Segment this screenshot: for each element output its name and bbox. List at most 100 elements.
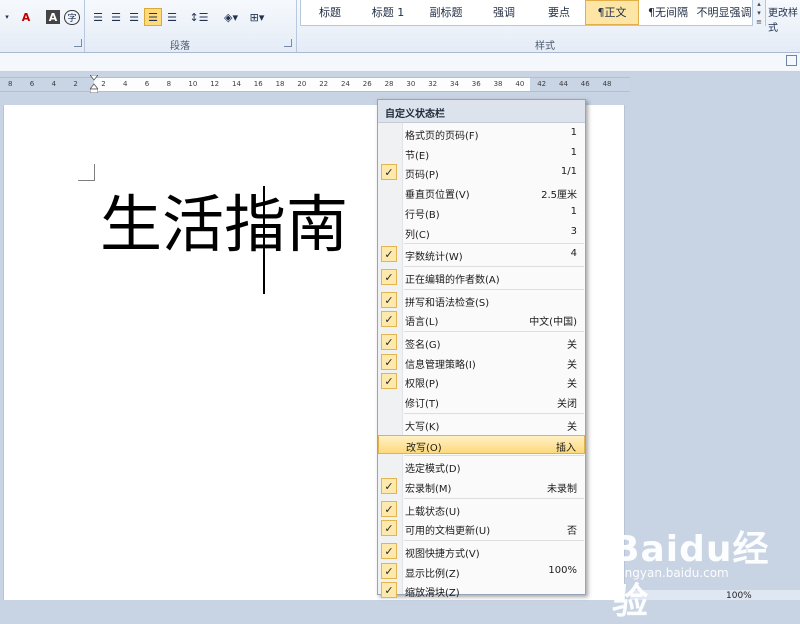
borders-icon: ⊞▾	[249, 10, 265, 24]
customize-status-bar-menu: 自定义状态栏 格式页的页码(F) 1 节(E) 1 ✓ 页码(P) 1/1 垂直页位置(V) 2…	[377, 99, 586, 599]
menu-item[interactable]: ✓ 字数统计(W) 4	[378, 245, 585, 264]
character-shading-button[interactable]: A	[46, 10, 60, 24]
menu-item[interactable]: ✓ 签名(G) 关	[378, 333, 585, 352]
menu-item-value: 插入	[556, 442, 576, 454]
menu-item-value: 否	[567, 526, 577, 538]
ruler-tick-label: 36	[471, 80, 481, 88]
ruler-tick-label: 22	[319, 80, 329, 88]
text-effects-button[interactable]: ▾	[0, 8, 14, 26]
checkmark-icon: ✓	[381, 246, 397, 263]
menu-item-label: 视图快捷方式(V)	[405, 549, 480, 560]
menu-item[interactable]: 列(C) 3	[378, 223, 585, 242]
menu-item[interactable]: ✓ 语言(L) 中文(中国)	[378, 310, 585, 329]
paragraph-dialog-launcher[interactable]	[284, 39, 292, 47]
menu-item[interactable]: 格式页的页码(F) 1	[378, 124, 585, 143]
style-item[interactable]: 标题 1	[359, 0, 417, 25]
menu-item-value: 3	[570, 225, 577, 237]
menu-item-value: 关	[567, 359, 577, 371]
style-item[interactable]: ¶无间隔	[641, 0, 695, 25]
menu-item-label: 拼写和语法检查(S)	[405, 297, 490, 309]
checkmark-icon: ✓	[381, 311, 397, 328]
indent-marker-icon[interactable]	[90, 75, 98, 93]
menu-item[interactable]: ✓ 信息管理策略(I) 关	[378, 353, 585, 372]
ruler-tick-label: 40	[515, 80, 525, 88]
styles-gallery-scroll[interactable]: ▴ ▾ ≡	[752, 0, 765, 26]
menu-item-value: 4	[570, 248, 577, 260]
menu-item-value: 2.5厘米	[541, 190, 577, 202]
change-styles-button[interactable]: 更改样式	[768, 4, 800, 34]
ruler-left-margin	[0, 78, 94, 91]
menu-item[interactable]: ✓ 显示比例(Z) 100%	[378, 562, 585, 581]
justify-button[interactable]: ☰	[144, 8, 162, 26]
style-item-selected[interactable]: ¶正文	[585, 0, 639, 25]
menu-item[interactable]: ✓ 权限(P) 关	[378, 372, 585, 391]
borders-button[interactable]: ⊞▾	[246, 8, 268, 26]
menu-item-value: 1	[570, 146, 577, 158]
ruler-tick-label: 32	[428, 80, 438, 88]
style-item[interactable]: 要点	[533, 0, 585, 25]
align-left-button[interactable]: ☰	[90, 8, 106, 26]
enclose-characters-button[interactable]: 字	[64, 8, 80, 26]
align-center-button[interactable]: ☰	[108, 8, 124, 26]
menu-item-label: 修订(T)	[405, 399, 439, 411]
align-right-button[interactable]: ☰	[126, 8, 142, 26]
style-item[interactable]: 标题	[301, 0, 359, 25]
style-item[interactable]: 不明显强调	[695, 0, 753, 25]
style-item[interactable]: 副标题	[417, 0, 475, 25]
font-dialog-launcher[interactable]	[74, 39, 82, 47]
menu-item[interactable]: 改写(O) 插入	[378, 434, 585, 454]
menu-item-label: 改写(O)	[406, 442, 442, 454]
ruler-tick-label: 8	[166, 80, 172, 88]
menu-item-label: 信息管理策略(I)	[405, 359, 476, 371]
menu-separator	[404, 243, 584, 245]
menu-item[interactable]: ✓ 上载状态(U)	[378, 500, 585, 519]
menu-item[interactable]: ✓ 宏录制(M) 未录制	[378, 477, 585, 496]
ruler-tick-label: 6	[29, 80, 35, 88]
menu-item[interactable]: 垂直页位置(V) 2.5厘米	[378, 183, 585, 202]
menu-item[interactable]: ✓ 正在编辑的作者数(A)	[378, 268, 585, 287]
checkmark-icon: ✓	[381, 334, 397, 350]
menu-separator	[404, 288, 584, 290]
document-text[interactable]: 生活指南	[100, 189, 348, 261]
restore-icon[interactable]	[786, 55, 797, 66]
menu-item-label: 缩放滑块(Z)	[405, 588, 460, 600]
menu-separator	[404, 331, 584, 332]
menu-item[interactable]: 修订(T) 关闭	[378, 392, 585, 411]
menu-item-value: 1/1	[560, 166, 577, 178]
menu-item[interactable]: ✓ 视图快捷方式(V)	[378, 542, 585, 561]
ribbon: ▾ A A 字 ☰ ☰ ☰ ☰ ☰ ↕☰ ◈▾ ⊞▾ 段落 标题 标题 1 副标…	[0, 0, 800, 53]
menu-item[interactable]: ✓ 缩放滑块(Z)	[378, 581, 585, 600]
menu-item-label: 大写(K)	[405, 421, 440, 433]
checkmark-icon: ✓	[381, 373, 397, 390]
menu-item[interactable]: ✓ 拼写和语法检查(S)	[378, 291, 585, 310]
ruler-tick-label: 4	[123, 80, 128, 88]
menu-item-label: 字数统计(W)	[405, 252, 463, 264]
ruler-tick-label: 44	[559, 80, 568, 88]
ruler-tick-label: 18	[275, 80, 285, 88]
style-item[interactable]: 强调	[475, 0, 533, 25]
menu-item[interactable]: 节(E) 1	[378, 144, 585, 163]
menu-item[interactable]: 行号(B) 1	[378, 203, 585, 222]
watermark-url: jingyan.baidu.com	[618, 566, 729, 580]
align-right-icon: ☰	[129, 10, 139, 24]
menu-item[interactable]: 大写(K) 关	[378, 415, 585, 434]
checkmark-icon: ✓	[381, 582, 397, 599]
menu-item[interactable]: 选定模式(D)	[378, 457, 585, 476]
shading-button[interactable]: ◈▾	[220, 8, 242, 26]
ruler-tick-label: 2	[101, 80, 106, 88]
menu-item[interactable]: ✓ 可用的文档更新(U) 否	[378, 519, 585, 538]
ruler-tick-label: 30	[406, 80, 416, 88]
distributed-button[interactable]: ☰	[164, 8, 180, 26]
menu-item-label: 签名(G)	[405, 340, 441, 351]
menu-item[interactable]: ✓ 页码(P) 1/1	[378, 163, 585, 182]
menu-item-value: 1	[570, 127, 577, 138]
menu-item-label: 页码(P)	[405, 170, 439, 182]
line-spacing-button[interactable]: ↕☰	[188, 8, 210, 26]
text-boundary-mark	[78, 164, 95, 181]
group-divider	[296, 0, 297, 52]
align-center-icon: ☰	[111, 10, 121, 24]
ruler-tick-label: 24	[341, 80, 350, 88]
menu-separator	[404, 455, 584, 457]
checkmark-icon: ✓	[381, 500, 397, 517]
font-color-button[interactable]: A	[16, 8, 36, 26]
